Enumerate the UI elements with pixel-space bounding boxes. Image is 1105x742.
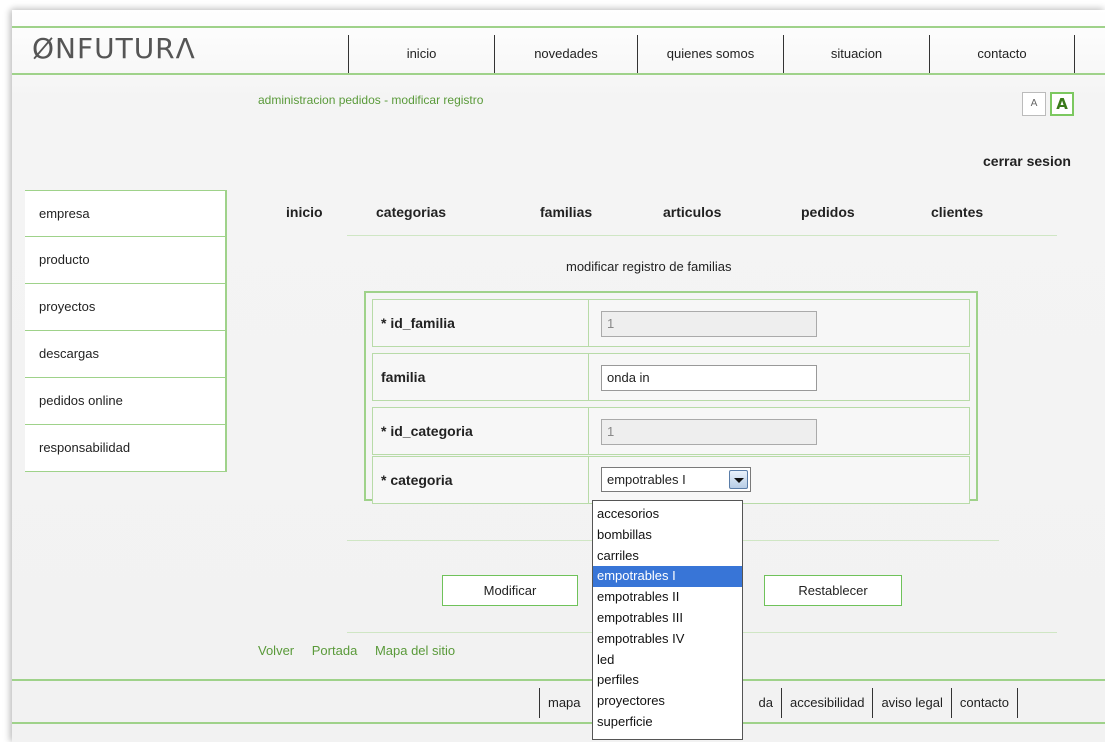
categoria-select-value: empotrables I	[607, 472, 686, 487]
dropdown-option[interactable]: perfiles	[593, 670, 742, 691]
nav-novedades[interactable]: novedades	[494, 35, 637, 73]
increase-font-button[interactable]: A	[1050, 92, 1074, 116]
dropdown-option[interactable]: empotrables IV	[593, 629, 742, 650]
decrease-font-button[interactable]: A	[1022, 92, 1046, 116]
nav-inicio[interactable]: inicio	[348, 35, 494, 73]
field-label: * categoria	[373, 457, 589, 503]
subnav-divider	[347, 235, 1057, 236]
sidebar-item-responsabilidad[interactable]: responsabilidad	[25, 425, 227, 472]
sidebar-item-empresa[interactable]: empresa	[25, 190, 227, 237]
id-categoria-field: 1	[601, 419, 817, 445]
categoria-dropdown-list[interactable]: accesorios bombillas carriles empotrable…	[592, 500, 743, 740]
categoria-select[interactable]: empotrables I	[601, 467, 751, 492]
footer-top-rule	[12, 679, 1105, 681]
id-familia-field: 1	[601, 311, 817, 337]
footer-bottom-rule	[12, 722, 1105, 724]
nav-quienes-somos[interactable]: quienes somos	[637, 35, 783, 73]
field-label: * id_familia	[373, 300, 589, 346]
sidebar-item-proyectos[interactable]: proyectos	[25, 284, 227, 331]
footer-links: Volver Portada Mapa del sitio	[258, 643, 469, 658]
back-link[interactable]: Volver	[258, 643, 294, 658]
familia-field[interactable]: onda in	[601, 365, 817, 391]
dropdown-option[interactable]: led	[593, 650, 742, 671]
header-bottom-rule	[12, 73, 1105, 75]
form-row-id-categoria: * id_categoria 1	[372, 407, 970, 455]
page: ØNFUTURΛ inicio novedades quienes somos …	[12, 10, 1105, 742]
nav-contacto[interactable]: contacto	[929, 35, 1075, 73]
nav-situacion[interactable]: situacion	[783, 35, 929, 73]
subnav-pedidos[interactable]: pedidos	[801, 204, 855, 220]
subnav-categorias[interactable]: categorias	[376, 204, 446, 220]
footer-nav-aviso-legal[interactable]: aviso legal	[872, 688, 950, 718]
dropdown-option[interactable]: accesorios	[593, 504, 742, 525]
field-label: * id_categoria	[373, 408, 589, 454]
form-row-categoria: * categoria empotrables I	[372, 456, 970, 504]
chevron-down-icon[interactable]	[729, 470, 748, 489]
footer-nav-mapa[interactable]: mapa	[539, 688, 599, 718]
modify-button[interactable]: Modificar	[442, 575, 578, 606]
header-top-rule	[12, 26, 1105, 28]
form-row-familia: familia onda in	[372, 353, 970, 401]
subnav-inicio[interactable]: inicio	[286, 204, 323, 220]
sitemap-link[interactable]: Mapa del sitio	[375, 643, 455, 658]
reset-button[interactable]: Restablecer	[764, 575, 902, 606]
breadcrumb: administracion pedidos - modificar regis…	[258, 93, 484, 107]
home-link[interactable]: Portada	[312, 643, 358, 658]
sidebar: empresa producto proyectos descargas ped…	[25, 190, 227, 472]
dropdown-option[interactable]: superficie	[593, 712, 742, 733]
sidebar-item-pedidos-online[interactable]: pedidos online	[25, 378, 227, 425]
dropdown-option-selected[interactable]: empotrables I	[593, 566, 742, 588]
top-navigation: inicio novedades quienes somos situacion…	[348, 35, 1075, 73]
sidebar-item-producto[interactable]: producto	[25, 237, 227, 284]
logout-link[interactable]: cerrar sesion	[983, 153, 1071, 169]
dropdown-option[interactable]: proyectores	[593, 691, 742, 712]
dropdown-option[interactable]: empotrables III	[593, 608, 742, 629]
edit-form: * id_familia 1 familia onda in * id_cate…	[364, 291, 978, 504]
footer-nav-contacto[interactable]: contacto	[950, 688, 1019, 718]
dropdown-option[interactable]: empotrables II	[593, 587, 742, 608]
form-row-id-familia: * id_familia 1	[372, 299, 970, 347]
subnav-articulos[interactable]: articulos	[663, 204, 721, 220]
sidebar-item-descargas[interactable]: descargas	[25, 331, 227, 378]
subnav-familias[interactable]: familias	[540, 204, 592, 220]
footer-nav-accesibilidad[interactable]: accesibilidad	[781, 688, 872, 718]
logo: ØNFUTURΛ	[32, 32, 196, 65]
form-title: modificar registro de familias	[566, 259, 732, 274]
subnav-clientes[interactable]: clientes	[931, 204, 983, 220]
dropdown-option[interactable]: carriles	[593, 546, 742, 567]
field-label: familia	[373, 354, 589, 400]
dropdown-option[interactable]: bombillas	[593, 525, 742, 546]
